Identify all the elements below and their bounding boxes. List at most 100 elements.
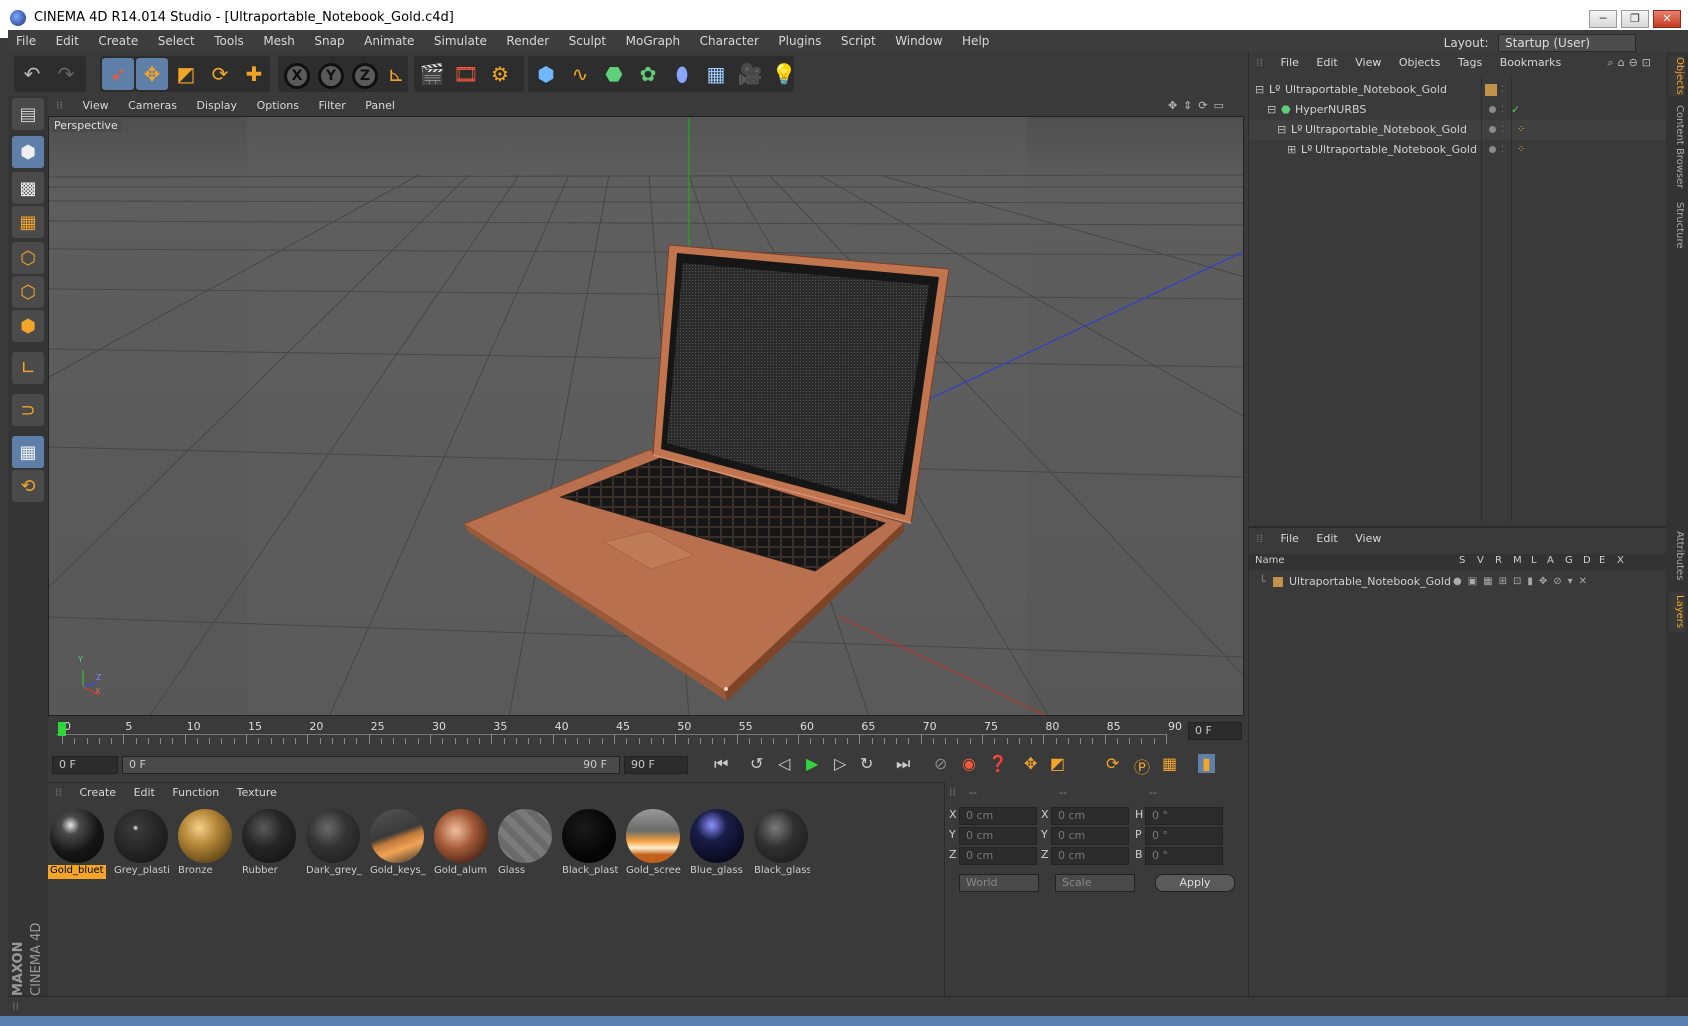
tab-attributes[interactable]: Attributes [1669,528,1685,584]
transform-tool-icon[interactable]: ✚ [238,58,270,90]
layer-col-solo[interactable]: S [1459,555,1465,566]
size-y-field[interactable]: 0 cm [1051,827,1129,845]
layer-col-animation[interactable]: A [1547,555,1554,566]
visibility-dots[interactable]: ⁚ [1501,140,1504,160]
array-icon[interactable]: ✿ [632,58,664,90]
menu-animate[interactable]: Animate [356,30,422,52]
tab-objects[interactable]: Objects [1669,56,1685,96]
object-menu-edit[interactable]: Edit [1309,52,1344,74]
live-selection-icon[interactable]: ➶ [102,58,134,90]
viewport-menu-panel[interactable]: Panel [357,96,403,116]
material-tag-icon[interactable]: ⁘ [1517,140,1525,160]
visibility-dots[interactable]: ⁚ [1501,120,1504,140]
position-x-field[interactable]: 0 cm [959,807,1037,825]
object-menu-view[interactable]: View [1348,52,1388,74]
scale-key-icon[interactable]: ◩ [1050,754,1065,773]
viewport-menu-cameras[interactable]: Cameras [120,96,185,116]
visibility-dots[interactable]: ⁚ [1501,100,1504,120]
points-mode-icon[interactable]: ⬡ [12,242,44,274]
layer-menu-edit[interactable]: Edit [1309,528,1344,550]
viewport-navigation-icons[interactable]: ✥⇕⟳▭ [1160,96,1238,116]
layer-col-locked[interactable]: L [1531,555,1537,566]
position-z-field[interactable]: 0 cm [959,847,1037,865]
move-tool-icon[interactable]: ✥ [136,58,168,90]
undo-icon[interactable]: ↶ [16,58,48,90]
layer-menu-view[interactable]: View [1348,528,1388,550]
spline-icon[interactable]: ∿ [564,58,596,90]
material-tag-icon[interactable]: ⁘ [1517,120,1525,140]
layer-toggle-icons[interactable]: ●▣▦⊞⊡▮✥⊘▾✕ [1453,572,1593,592]
z-axis-lock-button[interactable]: Z [352,63,378,89]
model-mode-icon[interactable]: ⬢ [12,136,44,168]
viewport-menu-options[interactable]: Options [249,96,307,116]
object-menu-tags[interactable]: Tags [1451,52,1489,74]
material-menu-edit[interactable]: Edit [127,783,162,803]
nurbs-icon[interactable]: ⬣ [598,58,630,90]
parameter-key-icon[interactable]: Ⓟ [1134,754,1150,778]
previous-key-icon[interactable]: ↺ [750,754,763,773]
previous-frame-icon[interactable]: ◁ [778,754,790,773]
visibility-dot[interactable] [1489,100,1496,120]
close-button[interactable]: ✕ [1653,10,1681,28]
material-menu-create[interactable]: Create [73,783,124,803]
texture-mode-icon[interactable]: ▩ [12,172,44,204]
go-to-end-icon[interactable]: ⏭ [896,754,910,774]
camera-icon[interactable]: 🎥 [734,58,766,90]
material-swatch[interactable]: Gold_scree [624,807,682,879]
layer-menu-file[interactable]: File [1274,528,1306,550]
layout-dropdown[interactable]: Startup (User) [1498,34,1636,52]
perspective-viewport[interactable]: Perspective Y Z X [48,116,1244,716]
object-row[interactable]: ⊟ Lº Ultraportable_Notebook_Gold ⁚ ⁘ [1249,120,1667,140]
keyframe-selection-icon[interactable]: ❓ [988,754,1008,773]
workplane-mode-icon[interactable]: ▦ [12,206,44,238]
make-editable-icon[interactable]: ▤ [12,98,44,130]
layer-col-render[interactable]: R [1495,555,1502,566]
position-key-icon[interactable]: ✥ [1024,754,1037,773]
scale-tool-icon[interactable]: ◩ [170,58,202,90]
position-y-field[interactable]: 0 cm [959,827,1037,845]
edges-mode-icon[interactable]: ⬡ [12,276,44,308]
coordinate-system-icon[interactable]: ⊾ [380,58,412,90]
object-row[interactable]: ⊟ ⬣ HyperNURBS ⁚ ✓ [1249,100,1667,120]
axis-mode-icon[interactable]: ∟ [12,352,44,384]
autokey-icon[interactable]: ◉ [962,754,976,773]
layer-col-expressions[interactable]: E [1599,555,1605,566]
size-x-field[interactable]: 0 cm [1051,807,1129,825]
timeline-ruler[interactable]: 0 5 10 15 20 25 30 35 40 45 50 55 60 65 70 75 80 85 90 0 F [48,716,1244,750]
material-menu-function[interactable]: Function [165,783,226,803]
timeline-window-icon[interactable]: ▮ [1198,754,1215,773]
viewport-menu-display[interactable]: Display [189,96,246,116]
rotation-key-icon[interactable]: ⟳ [1106,754,1119,773]
object-search-home-icons[interactable]: ⌕⌂⊖⊡ [1600,52,1662,74]
y-axis-lock-button[interactable]: Y [318,63,344,89]
workplane-lock-icon[interactable]: ▦ [12,436,44,468]
object-row[interactable]: ⊞ Lº Ultraportable_Notebook_Gold ⁚ ⁘ [1249,140,1667,160]
layer-col-view[interactable]: V [1477,555,1484,566]
material-swatch[interactable]: Dark_grey_ [304,807,362,879]
menu-edit[interactable]: Edit [48,30,87,52]
end-frame-field[interactable]: 90 F [624,756,688,774]
next-key-icon[interactable]: ↻ [860,754,873,773]
next-frame-icon[interactable]: ▷ [834,754,846,773]
scene-environment-icon[interactable]: ▦ [700,58,732,90]
object-menu-objects[interactable]: Objects [1392,52,1448,74]
menu-character[interactable]: Character [692,30,767,52]
current-frame-field[interactable]: 0 F [1188,722,1242,740]
material-swatch[interactable]: Glass [496,807,554,879]
menu-mesh[interactable]: Mesh [255,30,303,52]
collapse-icon[interactable]: ⊟ [1277,120,1286,140]
coordinate-space-dropdown[interactable]: World [959,874,1039,892]
tab-layers[interactable]: Layers [1669,592,1685,632]
apply-button[interactable]: Apply [1155,874,1235,892]
cube-object-icon[interactable]: ⬢ [530,58,562,90]
play-icon[interactable]: ▶ [806,754,818,773]
menu-plugins[interactable]: Plugins [770,30,829,52]
layer-col-deformers[interactable]: D [1583,555,1591,566]
size-mode-dropdown[interactable]: Scale [1055,874,1135,892]
rotation-b-field[interactable]: 0 ° [1145,847,1223,865]
material-swatch[interactable]: Black_plast [560,807,618,879]
rotation-p-field[interactable]: 0 ° [1145,827,1223,845]
magnet-icon[interactable]: ⊃ [12,394,44,426]
minimize-button[interactable]: ─ [1589,10,1617,28]
point-level-key-icon[interactable]: ▦ [1162,754,1177,773]
